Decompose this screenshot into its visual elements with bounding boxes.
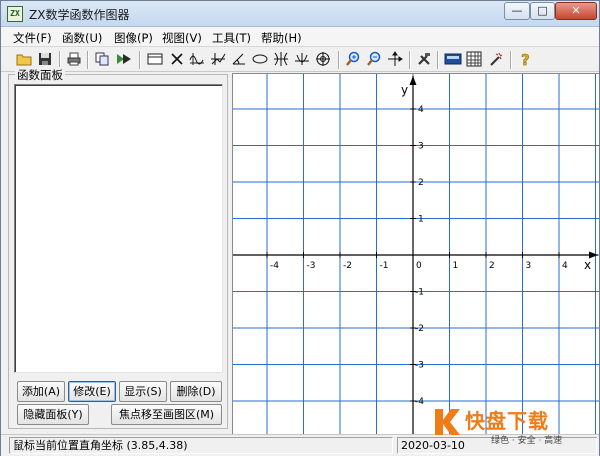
function-panel-title: 函数面板 [15,67,65,83]
toolbar-separator [338,51,340,69]
y-tick-label: -3 [415,361,424,371]
maximize-button[interactable]: □ [530,2,555,20]
menu-file[interactable]: 文件(F) [13,30,52,46]
calculator-icon[interactable] [444,51,462,69]
toolbar-separator [409,51,411,69]
y-tick-label: -2 [415,324,424,334]
axes [233,76,598,434]
x-tick-label: -4 [270,261,279,271]
menu-tools[interactable]: 工具(T) [212,30,251,46]
x-tick-label: 2 [489,261,495,271]
canvas-icon[interactable] [146,51,164,69]
x-axis-label: x [584,258,591,272]
x-tick-label: -2 [343,261,352,271]
y-axis-arrow [409,76,417,85]
print-icon[interactable] [65,51,83,69]
trig-curve-icon[interactable] [188,51,206,69]
angle-icon[interactable] [230,51,248,69]
app-window: ZX ZX数学函数作图器 — □ ✕ 文件(F) 函数(U) 图像(P) 视图(… [0,0,600,456]
close-button[interactable]: ✕ [555,2,597,20]
zoom-out-icon[interactable] [365,51,383,69]
menu-image[interactable]: 图像(P) [114,30,153,46]
watermark-logo: 快盘下载 绿色 · 安全 · 高速 [431,403,599,449]
add-button[interactable]: 添加(A) [17,381,65,402]
focus-to-graph-button[interactable]: 焦点移至画图区(M) [111,404,222,425]
toolbar-separator [510,51,512,69]
y-tick-label: -4 [415,397,424,407]
y-axis-label: y [401,83,408,97]
step-icon[interactable] [209,51,227,69]
cross-icon[interactable] [168,51,186,69]
delete-button[interactable]: 删除(D) [170,381,222,402]
show-button[interactable]: 显示(S) [119,381,167,402]
menu-bar: 文件(F) 函数(U) 图像(P) 视图(V) 工具(T) 帮助(H) [1,27,599,47]
y-tick-label: 1 [418,215,424,225]
export-icon[interactable] [115,51,133,69]
coordinate-readout: 鼠标当前位置直角坐标 (3.85,4.38) [9,437,393,454]
graph-canvas[interactable]: x y -4 -3 -2 -1 0 1 2 3 4 4 3 2 1 -1 -2 -3 -4 [232,73,599,434]
toolbar-separator [87,51,89,69]
y-tick-label: 4 [418,105,424,115]
app-icon: ZX [7,6,23,22]
grid-table-icon[interactable] [465,51,483,69]
copy-icon[interactable] [93,51,111,69]
x-tick-label: 1 [453,261,459,271]
pan-axes-icon[interactable] [386,51,404,69]
y-tick-label: -1 [415,288,424,298]
zoom-in-icon[interactable] [344,51,362,69]
title-bar[interactable]: ZX ZX数学函数作图器 — □ ✕ [1,1,599,27]
parabola-icon[interactable] [293,51,311,69]
magic-wand-icon[interactable] [487,51,505,69]
modify-button[interactable]: 修改(E) [68,381,116,402]
minimize-button[interactable]: — [504,2,530,20]
window-title: ZX数学函数作图器 [29,8,130,22]
grid-lines [233,74,599,434]
x-tick-label: 4 [562,261,568,271]
watermark-brand: 快盘下载 [465,409,549,433]
hide-panel-button[interactable]: 隐藏面板(Y) [17,404,89,425]
target-icon[interactable] [314,51,332,69]
toolbar: ? [1,48,599,72]
ellipse-icon[interactable] [251,51,269,69]
x-tick-label: -3 [307,261,316,271]
function-list[interactable] [14,84,223,373]
watermark-tagline: 绿色 · 安全 · 高速 [491,436,563,446]
tick-labels: x y -4 -3 -2 -1 0 1 2 3 4 4 3 2 1 -1 -2 -3 -4 [270,83,591,407]
svg-text:?: ? [521,51,530,67]
x-tick-label: 0 [416,261,422,271]
menu-function[interactable]: 函数(U) [62,30,102,46]
x-tick-label: -1 [380,261,389,271]
toolbar-separator [139,51,141,69]
menu-help[interactable]: 帮助(H) [261,30,302,46]
tools-icon[interactable] [415,51,433,69]
help-icon[interactable]: ? [516,51,534,70]
y-tick-label: 3 [418,142,424,152]
coordinate-plane: x y -4 -3 -2 -1 0 1 2 3 4 4 3 2 1 -1 -2 -3 -4 [233,74,599,434]
hyperbola-icon[interactable] [272,51,290,69]
watermark-k-icon [435,409,460,435]
y-tick-label: 2 [418,178,424,188]
x-tick-label: 3 [526,261,532,271]
toolbar-separator [437,51,439,69]
menu-view[interactable]: 视图(V) [162,30,202,46]
